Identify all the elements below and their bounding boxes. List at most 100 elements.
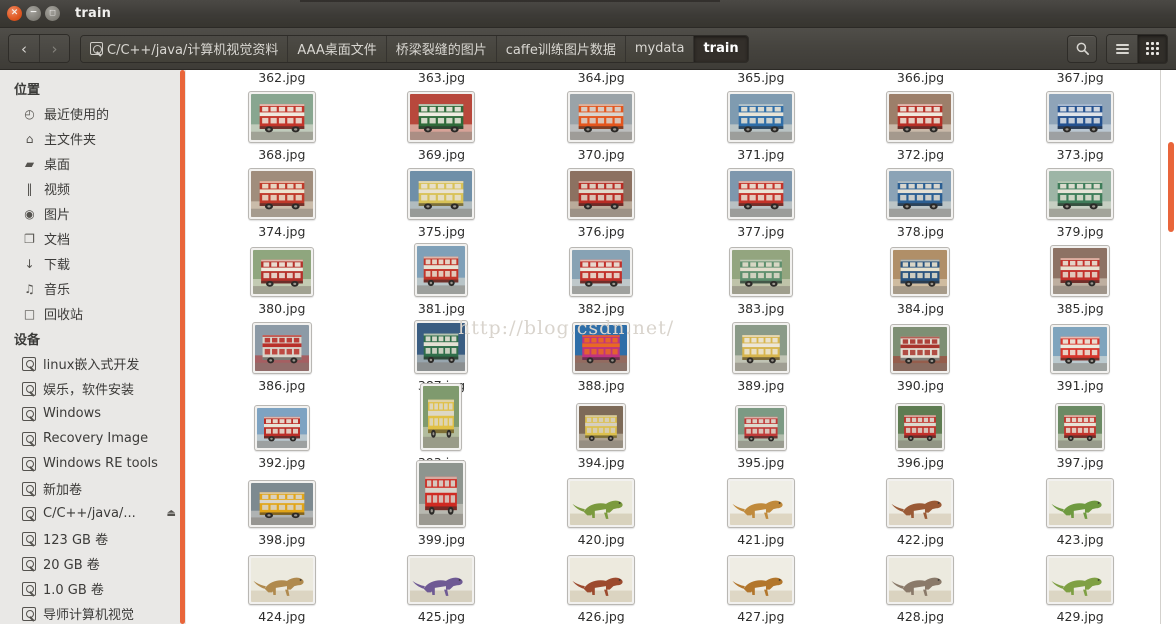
eject-icon[interactable]: ⏏	[167, 508, 176, 519]
file-item[interactable]: 393.jpg	[362, 383, 522, 470]
file-thumbnail[interactable]	[895, 403, 946, 451]
file-thumbnail[interactable]	[251, 322, 312, 374]
file-item[interactable]: 379.jpg	[1000, 162, 1160, 239]
file-thumbnail[interactable]	[567, 91, 636, 143]
sidebar-item-device-2[interactable]: Windows	[0, 401, 186, 426]
file-thumbnail[interactable]	[734, 405, 787, 451]
file-item[interactable]: 382.jpg	[521, 239, 681, 316]
file-thumbnail[interactable]	[726, 478, 795, 528]
sidebar-item-device-8[interactable]: 20 GB 卷	[0, 551, 186, 576]
file-thumbnail[interactable]	[567, 555, 636, 605]
breadcrumb-item-4[interactable]: mydata	[624, 35, 694, 62]
file-thumbnail[interactable]	[890, 324, 951, 374]
file-item[interactable]: 385.jpg	[1000, 239, 1160, 316]
file-thumbnail[interactable]	[416, 460, 467, 528]
minimize-button[interactable]: −	[26, 6, 41, 21]
file-item[interactable]: 429.jpg	[1000, 547, 1160, 624]
file-thumbnail[interactable]	[567, 168, 636, 220]
file-thumbnail[interactable]	[1055, 403, 1106, 451]
file-item[interactable]: 387.jpg	[362, 316, 522, 393]
file-item[interactable]: 369.jpg	[362, 85, 522, 162]
file-item[interactable]: 397.jpg	[1000, 393, 1160, 470]
file-thumbnail[interactable]	[576, 403, 627, 451]
file-item[interactable]: 370.jpg	[521, 85, 681, 162]
file-thumbnail[interactable]	[247, 91, 316, 143]
file-item[interactable]: 427.jpg	[681, 547, 841, 624]
file-item[interactable]: 381.jpg	[362, 239, 522, 316]
file-thumbnail[interactable]	[728, 247, 793, 297]
file-item[interactable]: 420.jpg	[521, 470, 681, 547]
back-button[interactable]: ‹	[9, 35, 39, 62]
sidebar-item-place-0[interactable]: ◴ 最近使用的	[0, 101, 186, 126]
file-thumbnail[interactable]	[886, 478, 955, 528]
file-thumbnail[interactable]	[726, 168, 795, 220]
sidebar-item-device-3[interactable]: Recovery Image	[0, 426, 186, 451]
sidebar-item-place-4[interactable]: ◉ 图片	[0, 201, 186, 226]
sidebar-item-device-6[interactable]: C/C++/java/... ⏏	[0, 501, 186, 526]
file-item[interactable]: 372.jpg	[841, 85, 1001, 162]
file-thumbnail[interactable]	[726, 555, 795, 605]
sidebar-item-device-10[interactable]: 导师计算机视觉	[0, 601, 186, 624]
file-thumbnail[interactable]	[890, 247, 951, 297]
file-item[interactable]: 425.jpg	[362, 547, 522, 624]
file-thumbnail[interactable]	[407, 555, 476, 605]
file-thumbnail[interactable]	[572, 322, 631, 374]
file-thumbnail[interactable]	[247, 555, 316, 605]
sidebar-item-device-7[interactable]: 123 GB 卷	[0, 526, 186, 551]
breadcrumb-item-2[interactable]: 桥梁裂缝的图片	[385, 35, 496, 62]
file-item[interactable]: 373.jpg	[1000, 85, 1160, 162]
file-thumbnail[interactable]	[414, 320, 469, 374]
file-thumbnail[interactable]	[407, 168, 476, 220]
file-item[interactable]: 374.jpg	[202, 162, 362, 239]
close-button[interactable]: ×	[7, 6, 22, 21]
file-item[interactable]: 390.jpg	[841, 316, 1001, 393]
sidebar-scrollbar[interactable]	[180, 70, 185, 624]
sidebar-item-place-7[interactable]: ♫ 音乐	[0, 276, 186, 301]
file-item[interactable]: 380.jpg	[202, 239, 362, 316]
file-thumbnail[interactable]	[567, 478, 636, 528]
forward-button[interactable]: ›	[39, 35, 69, 62]
search-button[interactable]	[1067, 34, 1097, 63]
scrollbar-thumb[interactable]	[1168, 142, 1174, 232]
file-item[interactable]: 391.jpg	[1000, 316, 1160, 393]
sidebar-item-device-0[interactable]: linux嵌入式开发	[0, 351, 186, 376]
file-thumbnail[interactable]	[253, 405, 310, 451]
file-thumbnail[interactable]	[726, 91, 795, 143]
file-thumbnail[interactable]	[1046, 555, 1115, 605]
file-item[interactable]: 376.jpg	[521, 162, 681, 239]
file-thumbnail[interactable]	[731, 322, 790, 374]
sidebar-item-place-6[interactable]: ↓ 下载	[0, 251, 186, 276]
file-item[interactable]: 389.jpg	[681, 316, 841, 393]
breadcrumb-item-3[interactable]: caffe训练图片数据	[495, 35, 625, 62]
file-item[interactable]: 368.jpg	[202, 85, 362, 162]
file-item[interactable]: 378.jpg	[841, 162, 1001, 239]
file-thumbnail[interactable]	[247, 480, 316, 528]
maximize-button[interactable]: □	[45, 6, 60, 21]
file-thumbnail[interactable]	[886, 555, 955, 605]
file-item[interactable]: 423.jpg	[1000, 470, 1160, 547]
breadcrumb-item-1[interactable]: AAA桌面文件	[287, 35, 386, 62]
file-item[interactable]: 364.jpg	[521, 70, 681, 85]
file-thumbnail[interactable]	[1046, 91, 1115, 143]
file-item[interactable]: 428.jpg	[841, 547, 1001, 624]
file-item[interactable]: 421.jpg	[681, 470, 841, 547]
file-item[interactable]: 362.jpg	[202, 70, 362, 85]
sidebar-item-place-1[interactable]: ⌂ 主文件夹	[0, 126, 186, 151]
file-thumbnail[interactable]	[886, 91, 955, 143]
file-item[interactable]: 377.jpg	[681, 162, 841, 239]
file-item[interactable]: 384.jpg	[841, 239, 1001, 316]
file-item[interactable]: 398.jpg	[202, 470, 362, 547]
file-item[interactable]: 366.jpg	[841, 70, 1001, 85]
breadcrumb-item-current[interactable]: train	[693, 35, 748, 62]
file-item[interactable]: 422.jpg	[841, 470, 1001, 547]
file-thumbnail[interactable]	[420, 383, 463, 451]
sidebar-item-device-5[interactable]: 新加卷	[0, 476, 186, 501]
file-thumbnail[interactable]	[1050, 245, 1111, 297]
file-item[interactable]: 426.jpg	[521, 547, 681, 624]
grid-view-button[interactable]	[1137, 34, 1167, 63]
file-item[interactable]: 375.jpg	[362, 162, 522, 239]
file-item[interactable]: 386.jpg	[202, 316, 362, 393]
file-item[interactable]: 392.jpg	[202, 393, 362, 470]
sidebar-item-place-2[interactable]: ▰ 桌面	[0, 151, 186, 176]
sidebar-item-place-5[interactable]: ❐ 文档	[0, 226, 186, 251]
